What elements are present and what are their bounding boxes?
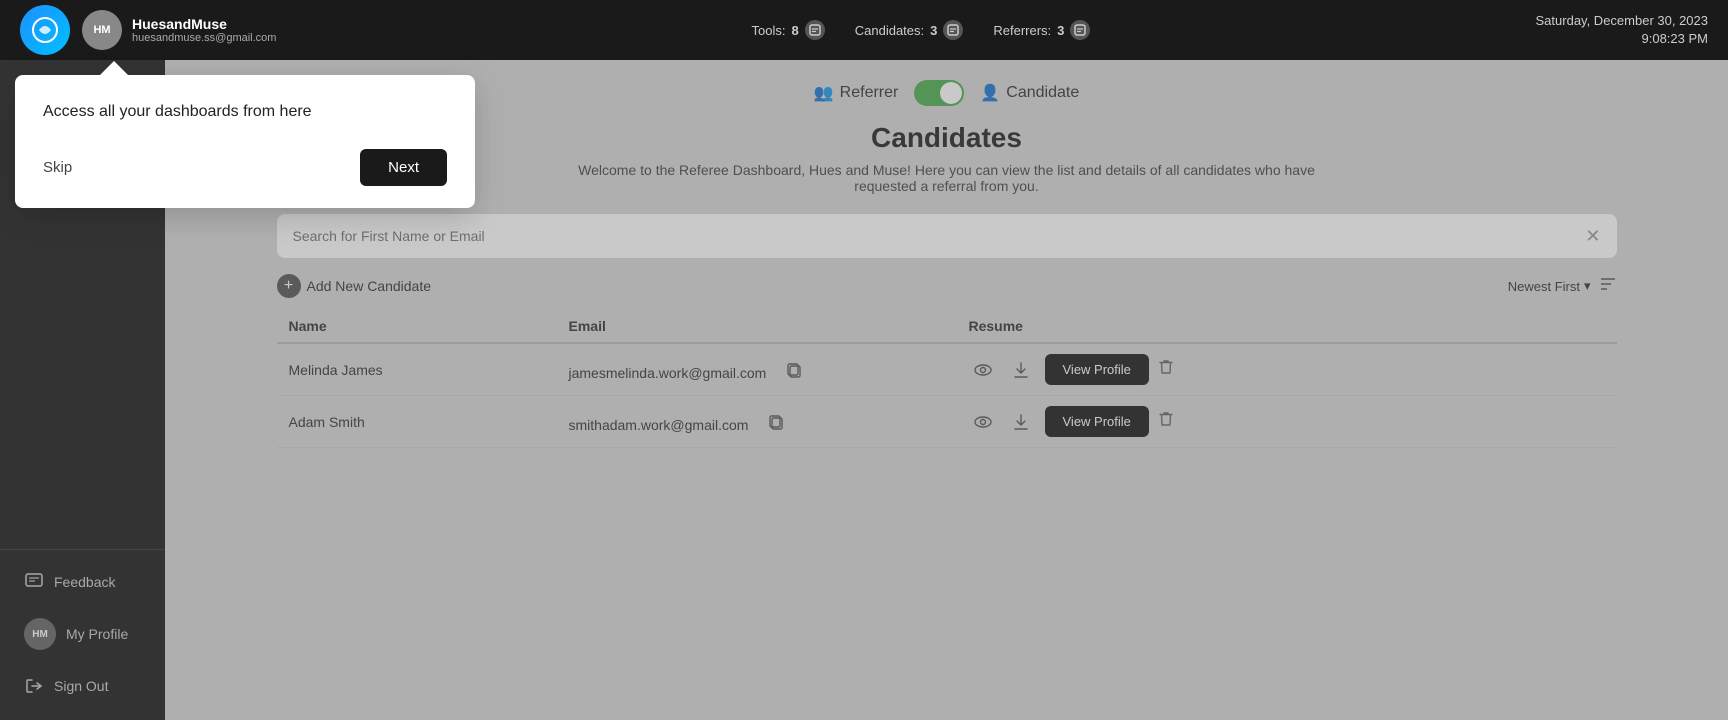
user-avatar: HM [82, 10, 122, 50]
add-candidate-button[interactable]: + Add New Candidate [277, 274, 432, 298]
user-info: HuesandMuse huesandmuse.ss@gmail.com [132, 16, 276, 44]
view-resume-icon[interactable] [969, 408, 997, 436]
user-email: huesandmuse.ss@gmail.com [132, 32, 276, 44]
candidate-email: jamesmelinda.work@gmail.com [557, 343, 957, 396]
col-name: Name [277, 310, 557, 343]
referrers-stat: Referrers: 3 [993, 20, 1090, 40]
tools-value: 8 [792, 23, 799, 38]
tooltip-footer: Skip Next [165, 149, 447, 186]
candidates-icon [943, 20, 963, 40]
sign-out-icon [24, 676, 44, 696]
resume-icons-row: View Profile [969, 406, 1605, 437]
candidate-name: Adam Smith [277, 396, 557, 448]
page-description: Welcome to the Referee Dashboard, Hues a… [547, 162, 1347, 194]
sort-label: Newest First [1508, 279, 1580, 294]
search-input[interactable] [293, 214, 1586, 258]
time-display: 9:08:23 PM [1536, 30, 1708, 48]
search-clear-icon[interactable]: ✕ [1585, 226, 1600, 247]
table-header: Name Email Resume [277, 310, 1617, 343]
candidate-email: smithadam.work@gmail.com [557, 396, 957, 448]
candidates-value: 3 [930, 23, 937, 38]
table-row: Adam Smith smithadam.work@gmail.com [277, 396, 1617, 448]
sidebar-bottom: Feedback HM My Profile Sign Out [0, 549, 165, 710]
candidates-label: Candidates: [855, 23, 924, 38]
sort-select[interactable]: Newest First ▾ [1508, 278, 1591, 294]
referrer-icon: 👥 [814, 83, 834, 103]
tooltip-next-button[interactable]: Next [360, 149, 447, 186]
col-email: Email [557, 310, 957, 343]
my-profile-label: My Profile [66, 626, 128, 642]
table-body: Melinda James jamesmelinda.work@gmail.co… [277, 343, 1617, 448]
role-toggle-switch[interactable] [914, 80, 964, 106]
header-stats: Tools: 8 Candidates: 3 Referrers: 3 [306, 20, 1535, 40]
col-resume: Resume [957, 310, 1617, 343]
page-title: Candidates [277, 122, 1617, 154]
feedback-label: Feedback [54, 574, 115, 590]
main-layout: Dashboard Feedback HM My P [0, 60, 1728, 720]
header-datetime: Saturday, December 30, 2023 9:08:23 PM [1536, 12, 1708, 48]
referrers-label: Referrers: [993, 23, 1051, 38]
feedback-icon [24, 572, 44, 592]
candidate-label: 👤 Candidate [980, 83, 1079, 103]
view-profile-button-0[interactable]: View Profile [1045, 354, 1149, 385]
tools-icon [805, 20, 825, 40]
referrers-value: 3 [1057, 23, 1064, 38]
download-resume-icon[interactable] [1007, 356, 1035, 384]
copy-icon[interactable] [780, 356, 808, 384]
candidates-table: Name Email Resume Melinda James jamesmel… [277, 310, 1617, 448]
date-display: Saturday, December 30, 2023 [1536, 12, 1708, 30]
candidate-resume-actions: View Profile [957, 396, 1617, 448]
tooltip-text: Access all your dashboards from here [165, 103, 447, 121]
sidebar-item-sign-out[interactable]: Sign Out [6, 664, 159, 708]
candidate-name: Melinda James [277, 343, 557, 396]
sort-chevron-icon: ▾ [1584, 278, 1591, 294]
download-resume-icon[interactable] [1007, 408, 1035, 436]
app-logo [20, 5, 70, 55]
user-name: HuesandMuse [132, 16, 276, 32]
add-icon: + [277, 274, 301, 298]
delete-candidate-icon-1[interactable] [1159, 411, 1173, 432]
sidebar-item-feedback[interactable]: Feedback [6, 560, 159, 604]
sort-controls: Newest First ▾ [1508, 275, 1617, 298]
search-bar[interactable]: ✕ [277, 214, 1617, 258]
tools-label: Tools: [752, 23, 786, 38]
tools-stat: Tools: 8 [752, 20, 825, 40]
candidate-resume-actions: View Profile [957, 343, 1617, 396]
copy-icon[interactable] [762, 408, 790, 436]
table-row: Melinda James jamesmelinda.work@gmail.co… [277, 343, 1617, 396]
delete-candidate-icon-0[interactable] [1159, 359, 1173, 380]
sign-out-label: Sign Out [54, 678, 108, 694]
candidate-icon: 👤 [980, 83, 1000, 103]
app-header: HM HuesandMuse huesandmuse.ss@gmail.com … [0, 0, 1728, 60]
candidates-stat: Candidates: 3 [855, 20, 964, 40]
actions-row: + Add New Candidate Newest First ▾ [277, 274, 1617, 298]
add-candidate-label: Add New Candidate [307, 278, 432, 294]
sidebar-item-my-profile[interactable]: HM My Profile [6, 606, 159, 662]
main-content: 👥 Referrer 👤 Candidate Candidates Welcom… [165, 60, 1728, 720]
tooltip-popup: Access all your dashboards from here Ski… [165, 75, 475, 208]
resume-icons-row: View Profile [969, 354, 1605, 385]
sort-icon[interactable] [1599, 275, 1617, 298]
my-profile-avatar: HM [24, 618, 56, 650]
referrers-icon [1070, 20, 1090, 40]
view-resume-icon[interactable] [969, 356, 997, 384]
view-profile-button-1[interactable]: View Profile [1045, 406, 1149, 437]
referrer-label: 👥 Referrer [814, 83, 899, 103]
